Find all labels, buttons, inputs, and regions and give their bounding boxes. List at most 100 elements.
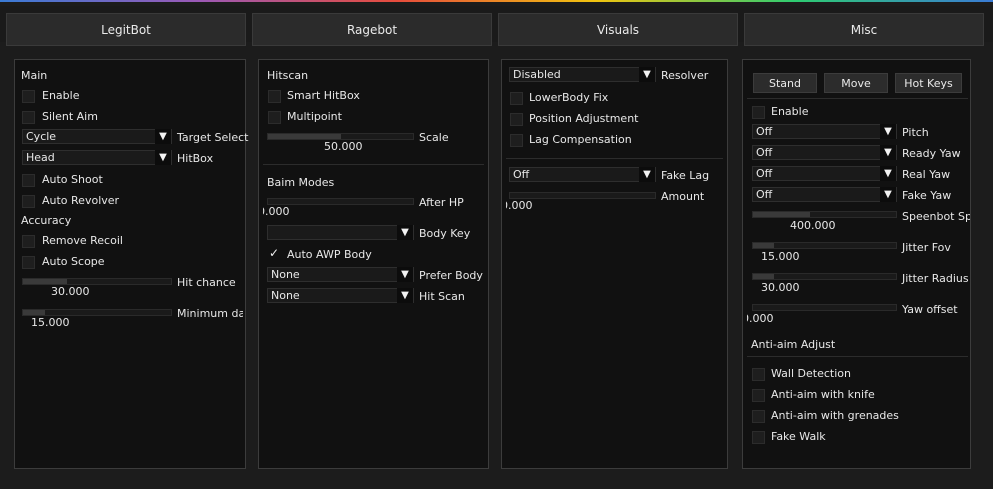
spinbot-speed-label: Speenbot Speed [902, 210, 970, 223]
auto-scope-checkbox[interactable] [22, 256, 35, 269]
lag-compensation-label: Lag Compensation [529, 133, 632, 146]
fake-yaw-value: Off [756, 188, 773, 201]
hit-scan-label: Hit Scan [419, 290, 465, 303]
antiaim-knife-checkbox[interactable] [752, 389, 765, 402]
checkmark-icon[interactable]: ✓ [269, 246, 279, 260]
hit-chance-slider-fill [23, 279, 68, 284]
fake-lag-dropdown[interactable]: Off ▼ [509, 167, 656, 182]
spinbot-speed-slider-fill [753, 212, 811, 217]
smart-hitbox-checkbox[interactable] [268, 90, 281, 103]
caret-down-icon: ▼ [880, 187, 896, 202]
fake-walk-checkbox[interactable] [752, 431, 765, 444]
after-hp-slider[interactable] [267, 198, 414, 205]
enable-checkbox[interactable] [22, 90, 35, 103]
wall-detection-label: Wall Detection [771, 367, 851, 380]
silent-aim-label: Silent Aim [42, 110, 98, 123]
min-damage-slider[interactable] [22, 309, 172, 316]
tab-legitbot[interactable]: LegitBot [6, 13, 246, 46]
baim-modes-section-label: Baim Modes [267, 176, 335, 189]
move-button[interactable]: Move [824, 73, 888, 93]
ready-yaw-label: Ready Yaw [902, 147, 961, 160]
remove-recoil-checkbox[interactable] [22, 235, 35, 248]
tab-misc[interactable]: Misc [744, 13, 984, 46]
hit-chance-slider[interactable] [22, 278, 172, 285]
antiaim-grenades-checkbox[interactable] [752, 410, 765, 423]
tab-visuals[interactable]: Visuals [498, 13, 738, 46]
prefer-body-dropdown[interactable]: None ▼ [267, 267, 414, 282]
spinbot-speed-slider[interactable] [752, 211, 897, 218]
jitter-radius-slider[interactable] [752, 273, 897, 280]
main-section-label: Main [21, 69, 48, 82]
wall-detection-checkbox[interactable] [752, 368, 765, 381]
caret-down-icon: ▼ [155, 150, 171, 165]
yaw-offset-value: 0.000 [747, 312, 774, 325]
fake-walk-label: Fake Walk [771, 430, 826, 443]
section-divider [263, 164, 484, 165]
auto-scope-label: Auto Scope [42, 255, 105, 268]
caret-down-icon: ▼ [397, 225, 413, 240]
silent-aim-checkbox[interactable] [22, 111, 35, 124]
fake-lag-value: Off [513, 168, 530, 181]
fake-yaw-dropdown[interactable]: Off ▼ [752, 187, 897, 202]
yaw-offset-label: Yaw offset [902, 303, 958, 316]
lag-compensation-checkbox[interactable] [510, 134, 523, 147]
scale-slider-fill [268, 134, 341, 139]
ragebot-panel: Hitscan Smart HitBox Multipoint Scale 50… [258, 59, 489, 469]
min-damage-value: 15.000 [31, 316, 70, 329]
jitter-fov-value: 15.000 [761, 250, 800, 263]
scale-slider[interactable] [267, 133, 414, 140]
caret-down-icon: ▼ [880, 124, 896, 139]
scale-label: Scale [419, 131, 449, 144]
body-key-dropdown[interactable]: ▼ [267, 225, 414, 240]
smart-hitbox-label: Smart HitBox [287, 89, 360, 102]
multipoint-label: Multipoint [287, 110, 342, 123]
section-divider [506, 158, 723, 159]
yaw-offset-value-clip: 0.000 [747, 312, 787, 328]
tab-bar: LegitBot Ragebot Visuals Misc [0, 6, 993, 46]
real-yaw-value: Off [756, 167, 773, 180]
real-yaw-dropdown[interactable]: Off ▼ [752, 166, 897, 181]
fake-yaw-label: Fake Yaw [902, 189, 952, 202]
body-key-label: Body Key [419, 227, 471, 240]
tab-ragebot[interactable]: Ragebot [252, 13, 492, 46]
caret-down-icon: ▼ [639, 167, 655, 182]
hit-scan-dropdown[interactable]: None ▼ [267, 288, 414, 303]
caret-down-icon: ▼ [880, 166, 896, 181]
caret-down-icon: ▼ [639, 67, 655, 82]
after-hp-value: 0.000 [263, 205, 290, 218]
min-damage-label: Minimum damage [177, 307, 243, 320]
jitter-fov-slider[interactable] [752, 242, 897, 249]
prefer-body-value: None [271, 268, 300, 281]
spinbot-speed-value: 400.000 [790, 219, 836, 232]
ready-yaw-value: Off [756, 146, 773, 159]
top-accent-line [0, 0, 993, 2]
amount-slider[interactable] [509, 192, 656, 199]
enable-checkbox[interactable] [752, 106, 765, 119]
multipoint-checkbox[interactable] [268, 111, 281, 124]
target-select-dropdown[interactable]: Cycle ▼ [22, 129, 172, 144]
pitch-dropdown[interactable]: Off ▼ [752, 124, 897, 139]
lowerbody-fix-label: LowerBody Fix [529, 91, 609, 104]
resolver-dropdown[interactable]: Disabled ▼ [509, 67, 656, 82]
hitbox-dropdown[interactable]: Head ▼ [22, 150, 172, 165]
hit-scan-value: None [271, 289, 300, 302]
target-select-label: Target Select [177, 131, 249, 144]
min-damage-slider-fill [23, 310, 46, 315]
auto-shoot-checkbox[interactable] [22, 174, 35, 187]
yaw-offset-slider[interactable] [752, 304, 897, 311]
fake-lag-label: Fake Lag [661, 169, 710, 182]
hitscan-section-label: Hitscan [267, 69, 309, 82]
ready-yaw-dropdown[interactable]: Off ▼ [752, 145, 897, 160]
auto-revolver-checkbox[interactable] [22, 195, 35, 208]
antiaim-grenades-label: Anti-aim with grenades [771, 409, 899, 422]
jitter-fov-label: Jitter Fov [902, 241, 951, 254]
hot-keys-button[interactable]: Hot Keys [895, 73, 962, 93]
stand-button[interactable]: Stand [753, 73, 817, 93]
lowerbody-fix-checkbox[interactable] [510, 92, 523, 105]
amount-label: Amount [661, 190, 705, 203]
target-select-value: Cycle [26, 130, 57, 143]
position-adjustment-checkbox[interactable] [510, 113, 523, 126]
scale-value: 50.000 [324, 140, 363, 153]
jitter-radius-value: 30.000 [761, 281, 800, 294]
pitch-label: Pitch [902, 126, 929, 139]
